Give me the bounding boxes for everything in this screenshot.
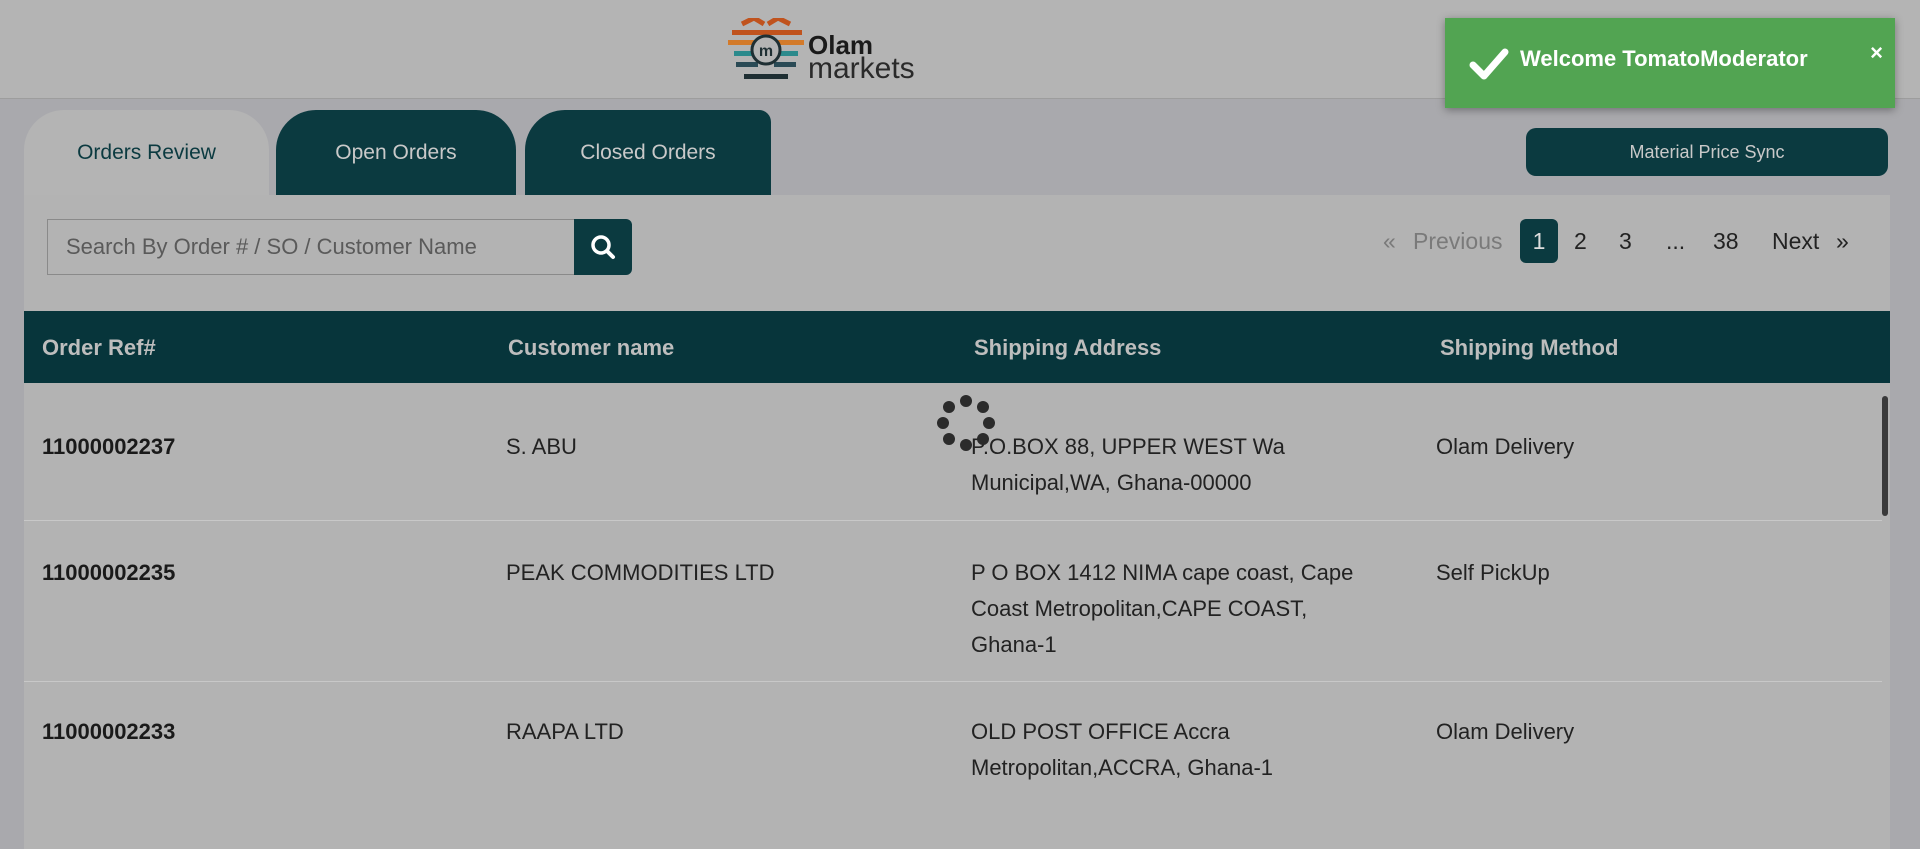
pagination-first[interactable]: « (1383, 219, 1396, 263)
column-header-shipping-method[interactable]: Shipping Method (1440, 335, 1618, 361)
logo-text-markets: markets (808, 52, 915, 85)
tab-orders-review[interactable]: Orders Review (24, 110, 269, 195)
customer-name: PEAK COMMODITIES LTD (506, 560, 775, 585)
pagination-page-38[interactable]: 38 (1713, 219, 1739, 263)
customer-name: RAAPA LTD (506, 719, 624, 744)
checkmark-icon (1469, 48, 1509, 80)
pagination-page-2[interactable]: 2 (1574, 219, 1587, 263)
column-header-shipping-address[interactable]: Shipping Address (974, 335, 1161, 361)
table-row[interactable]: 11000002235 PEAK COMMODITIES LTD P O BOX… (24, 521, 1882, 682)
tab-closed-orders[interactable]: Closed Orders (525, 110, 771, 195)
pagination-page-1[interactable]: 1 (1520, 219, 1558, 263)
close-icon[interactable]: × (1870, 40, 1883, 66)
welcome-toast: Welcome TomatoModerator × (1445, 18, 1895, 108)
address-line: OLD POST OFFICE Accra (971, 719, 1230, 744)
order-ref[interactable]: 11000002235 (42, 555, 175, 591)
table-scrollbar[interactable] (1882, 396, 1888, 516)
address-line: P O BOX 1412 NIMA cape coast, Cape (971, 560, 1354, 585)
basket-icon: m (728, 15, 804, 79)
order-ref[interactable]: 11000002233 (42, 714, 175, 750)
loading-spinner-icon (937, 395, 995, 451)
pagination: « Previous 1 2 3 ... 38 Next » (0, 219, 1920, 263)
table-header: Order Ref# Customer name Shipping Addres… (24, 311, 1890, 383)
column-header-customer-name[interactable]: Customer name (508, 335, 674, 361)
address-line: P.O.BOX 88, UPPER WEST Wa (971, 434, 1285, 459)
pagination-previous[interactable]: Previous (1413, 219, 1502, 263)
shipping-method: Self PickUp (1436, 560, 1550, 585)
address-line: Ghana-1 (971, 632, 1057, 657)
address-line: Municipal,WA, Ghana-00000 (971, 470, 1252, 495)
table-row[interactable]: 11000002233 RAAPA LTD OLD POST OFFICE Ac… (24, 682, 1882, 849)
pagination-ellipsis: ... (1666, 228, 1686, 254)
tab-open-orders[interactable]: Open Orders (276, 110, 516, 195)
address-line: Coast Metropolitan,CAPE COAST, (971, 596, 1308, 621)
order-ref[interactable]: 11000002237 (42, 429, 175, 465)
olam-markets-logo[interactable]: m Olam markets (724, 15, 924, 85)
svg-text:m: m (759, 43, 773, 60)
pagination-last[interactable]: » (1836, 219, 1849, 263)
shipping-method: Olam Delivery (1436, 719, 1575, 744)
shipping-method: Olam Delivery (1436, 434, 1575, 459)
material-price-sync-button[interactable]: Material Price Sync (1526, 128, 1888, 176)
column-header-order-ref[interactable]: Order Ref# (42, 335, 156, 361)
toast-message: Welcome TomatoModerator (1520, 46, 1808, 71)
customer-name: S. ABU (506, 434, 577, 459)
pagination-page-3[interactable]: 3 (1619, 219, 1632, 263)
address-line: Metropolitan,ACCRA, Ghana-1 (971, 755, 1274, 780)
pagination-next[interactable]: Next (1772, 219, 1819, 263)
